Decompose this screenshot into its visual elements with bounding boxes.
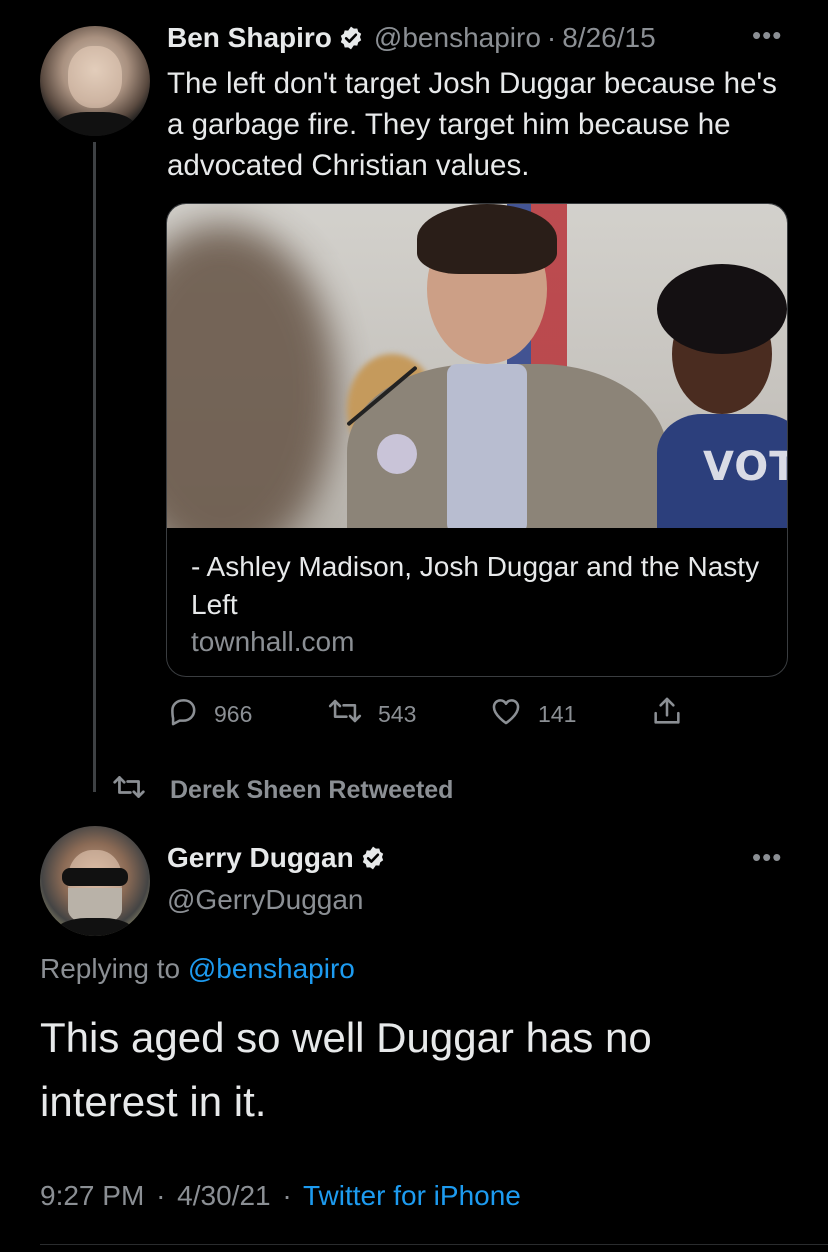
verified-badge-icon bbox=[360, 845, 386, 871]
tweet-date[interactable]: 8/26/15 bbox=[562, 22, 655, 54]
meta-separator: · bbox=[546, 22, 557, 53]
tweet-footer: 9:27 PM · 4/30/21 · Twitter for iPhone bbox=[40, 1180, 521, 1212]
reply-count: 966 bbox=[214, 700, 253, 727]
reply-icon bbox=[166, 694, 214, 734]
tweet-actions: 966 543 141 bbox=[166, 694, 726, 734]
author-name[interactable]: Gerry Duggan bbox=[167, 842, 354, 874]
author-handle[interactable]: @GerryDuggan bbox=[167, 884, 364, 916]
avatar-face bbox=[68, 46, 122, 108]
share-icon bbox=[650, 694, 698, 734]
divider bbox=[40, 1244, 828, 1245]
retweet-context-label: Derek Sheen Retweeted bbox=[170, 776, 454, 804]
replying-to-mention[interactable]: @benshapiro bbox=[188, 953, 355, 984]
retweet-icon bbox=[110, 772, 170, 809]
tweet-date[interactable]: 4/30/21 bbox=[177, 1180, 270, 1211]
avatar-suit bbox=[54, 112, 136, 136]
thread-connector-line bbox=[93, 142, 96, 792]
more-horizontal-icon[interactable]: ••• bbox=[752, 20, 782, 51]
vote-sign-text: VOTE bbox=[703, 444, 787, 490]
avatar-sunglasses bbox=[62, 868, 128, 886]
link-card-title: - Ashley Madison, Josh Duggar and the Na… bbox=[191, 551, 760, 620]
author-handle[interactable]: @benshapiro bbox=[374, 22, 541, 54]
heart-icon bbox=[488, 694, 538, 734]
retweet-context[interactable]: Derek Sheen Retweeted bbox=[110, 772, 453, 809]
tweet-client-link[interactable]: Twitter for iPhone bbox=[303, 1180, 521, 1211]
avatar-shirt bbox=[54, 918, 136, 936]
retweet-count: 543 bbox=[378, 700, 417, 727]
retweet-icon bbox=[326, 694, 378, 734]
link-card-domain: townhall.com bbox=[191, 626, 355, 657]
link-card-image: VOTE bbox=[167, 204, 787, 528]
tweet-text: The left don't target Josh Duggar becaus… bbox=[167, 67, 777, 182]
like-button[interactable]: 141 bbox=[488, 694, 576, 734]
gerry-duggan-avatar[interactable] bbox=[40, 826, 150, 936]
replying-prefix: Replying to bbox=[40, 953, 181, 984]
tweet-time[interactable]: 9:27 PM bbox=[40, 1180, 144, 1211]
share-button[interactable] bbox=[650, 694, 698, 734]
tweet-header: Ben Shapiro @benshapiro · 8/26/15 bbox=[167, 22, 656, 54]
tweet-text: This aged so well Duggar has no interest… bbox=[40, 1014, 652, 1125]
reply-button[interactable]: 966 bbox=[166, 694, 252, 734]
tweet-header: Gerry Duggan bbox=[167, 842, 396, 874]
replying-to: Replying to @benshapiro bbox=[40, 953, 355, 985]
meta-separator: · bbox=[156, 1180, 166, 1211]
verified-badge-icon bbox=[338, 25, 364, 51]
like-count: 141 bbox=[538, 700, 577, 727]
meta-separator: · bbox=[282, 1180, 292, 1211]
author-name[interactable]: Ben Shapiro bbox=[167, 22, 332, 54]
ben-shapiro-avatar[interactable] bbox=[40, 26, 150, 136]
link-card[interactable]: VOTE - Ashley Madison, Josh Duggar and t… bbox=[166, 203, 788, 677]
retweet-button[interactable]: 543 bbox=[326, 694, 416, 734]
more-horizontal-icon[interactable]: ••• bbox=[752, 842, 782, 873]
